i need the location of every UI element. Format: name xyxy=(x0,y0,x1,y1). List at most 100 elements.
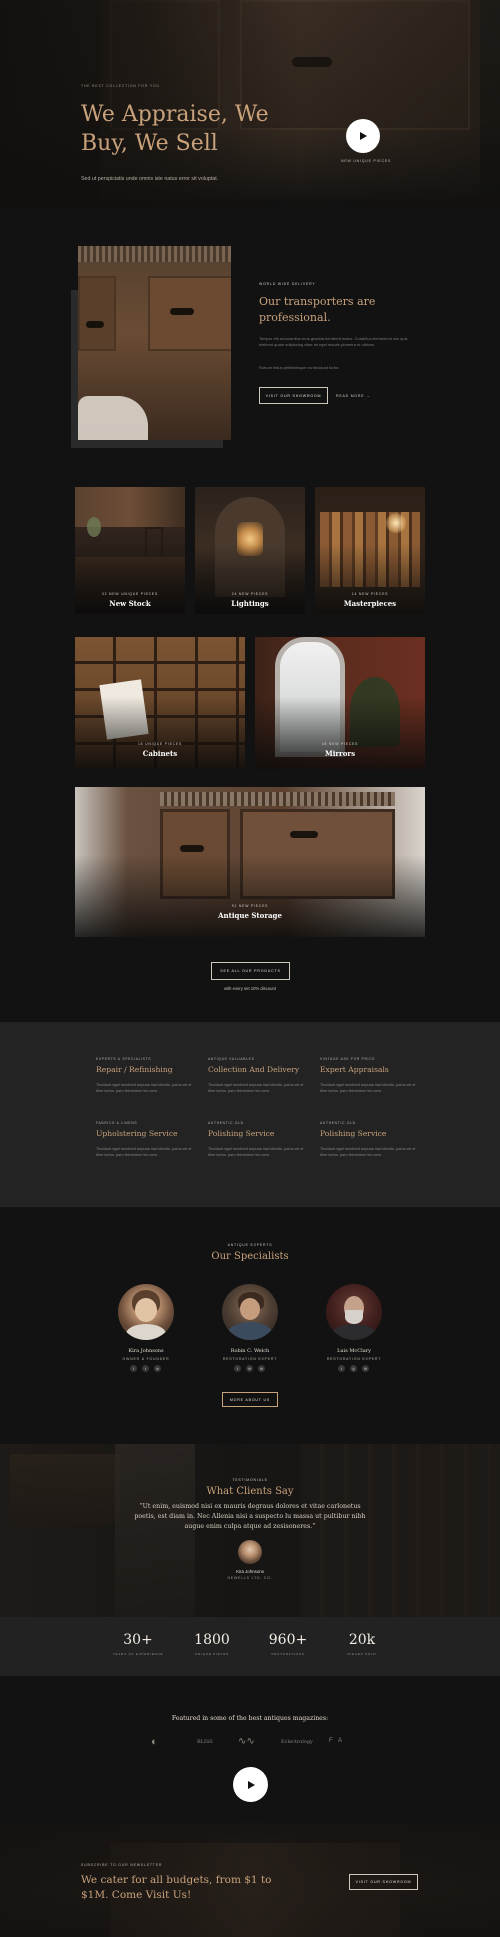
press-logo-1: ◐ xyxy=(151,1736,158,1748)
service-kicker: Vintage ask for price xyxy=(320,1057,376,1061)
category-tile-masterpieces[interactable]: 14 new pieces Masterpieces xyxy=(315,487,425,614)
avatar-kira-johnsons xyxy=(118,1284,174,1340)
service-item: Fabrics & Linens Upholstering Service Ti… xyxy=(96,1121,196,1158)
service-item: Authentic old Polishing Service Tincidun… xyxy=(208,1121,308,1158)
stat-label: Years of experience xyxy=(112,1652,164,1656)
service-desc: Tincidunt eget hendrerit torpuda nisl lo… xyxy=(320,1147,416,1157)
more-about-us-button[interactable]: More about us xyxy=(222,1392,278,1407)
service-item: Vintage ask for price Expert Appraisals … xyxy=(320,1057,420,1094)
about-image-carving xyxy=(78,246,231,262)
about-title-line-2: professional. xyxy=(259,311,331,324)
twitter-icon[interactable]: t xyxy=(142,1365,149,1372)
read-more-link[interactable]: Read more → xyxy=(336,394,370,398)
hero-eyebrow: The best collection for you xyxy=(81,84,160,88)
service-desc: Tincidunt eget hendrerit torpuda nisl lo… xyxy=(96,1083,192,1093)
cta-eyebrow: Subscribe to our newsletter xyxy=(81,1863,163,1867)
video-play-button[interactable] xyxy=(233,1767,268,1802)
facebook-icon[interactable]: f xyxy=(234,1365,241,1372)
avatar-face xyxy=(240,1298,260,1320)
tile-subtitle: 18 unique pieces xyxy=(137,742,183,746)
tile-title: Lightings xyxy=(231,599,269,608)
specialist-role: Restoration Expert xyxy=(222,1357,278,1361)
about-image-handle-left xyxy=(86,321,104,328)
testimonial-quote-line-1: “Ut enim, euismod nisi ex mauris degraus… xyxy=(139,1503,361,1510)
specialist-name: Luis McClary xyxy=(337,1348,371,1354)
service-item: Antique valuables Collection And Deliver… xyxy=(208,1057,308,1094)
hero-title-line-2: Buy, We Sell xyxy=(81,131,218,156)
stats-section: 30+ Years of experience 1800 Unique piec… xyxy=(0,1617,500,1676)
stat-number: 960+ xyxy=(268,1632,308,1648)
hero-play-button[interactable] xyxy=(346,119,380,153)
tile-title: Mirrors xyxy=(324,749,356,758)
testimonial-quote-line-2: poetis, est diam in. Nec Allenia nisi a … xyxy=(134,1513,366,1520)
service-title: Upholstering Service xyxy=(96,1129,178,1138)
service-item: Authentic old Polishing Service Tincidun… xyxy=(320,1121,420,1158)
tile-title: Cabinets xyxy=(142,749,178,758)
testimonial-name: Kira Johnsons xyxy=(236,1569,264,1574)
about-paragraph-1: Tempor elit accusantius eros gravida hen… xyxy=(259,336,408,348)
hero-title: We Appraise, We Buy, We Sell xyxy=(81,100,269,158)
specialists-eyebrow: Antique experts xyxy=(227,1243,273,1247)
mail-icon[interactable]: ✉ xyxy=(258,1365,265,1372)
cta-title: We cater for all budgets, from $1 to $1M… xyxy=(81,1873,271,1903)
avatar-beard xyxy=(345,1310,363,1324)
see-all-products-button[interactable]: See all our products xyxy=(211,962,290,980)
service-desc: Tincidunt eget hendrerit torpuda nisl lo… xyxy=(208,1083,304,1093)
stat-item: 960+ Restorations xyxy=(248,1632,328,1656)
about-image xyxy=(78,246,231,440)
press-logo-4: Eclectrology xyxy=(281,1739,313,1745)
category-tile-new-stock[interactable]: 32 new unique pieces New Stock xyxy=(75,487,185,614)
hero-title-line-1: We Appraise, We xyxy=(81,102,269,127)
tile-subtitle: 32 new unique pieces xyxy=(101,592,159,596)
category-tile-cabinets[interactable]: 18 unique pieces Cabinets xyxy=(75,637,245,769)
testimonial-avatar xyxy=(238,1540,262,1564)
service-title: Collection And Delivery xyxy=(208,1065,300,1074)
stat-item: 20k Pieces sold xyxy=(322,1632,402,1656)
play-icon xyxy=(360,132,367,140)
stat-number: 20k xyxy=(348,1632,376,1648)
products-note: with every set 10% discount xyxy=(224,986,276,991)
stat-label: Pieces sold xyxy=(347,1652,377,1656)
specialist-role: Restoration Expert xyxy=(326,1357,382,1361)
category-tile-antique-storage[interactable]: 91 new pieces Antique Storage xyxy=(75,787,425,937)
cta-visit-showroom-button[interactable]: Visit our showroom xyxy=(349,1874,418,1890)
about-image-handle-right xyxy=(170,308,194,315)
avatar-luis-mcclary xyxy=(326,1284,382,1340)
press-logo-2: BLISS xyxy=(197,1739,213,1745)
service-kicker: Experts & specialists xyxy=(96,1057,152,1061)
stat-item: 30+ Years of experience xyxy=(98,1632,178,1656)
category-tile-mirrors[interactable]: 48 new pieces Mirrors xyxy=(255,637,425,769)
testimonial-section: Testimonials What Clients Say “Ut enim, … xyxy=(0,1444,500,1617)
about-image-foreground xyxy=(78,396,148,440)
mail-icon[interactable]: ✉ xyxy=(362,1365,369,1372)
tile-title: Masterpieces xyxy=(343,599,397,608)
instagram-icon[interactable]: ◎ xyxy=(350,1365,357,1372)
cta-title-line-2: $1M. Come Visit Us! xyxy=(81,1889,192,1901)
avatar-shirt xyxy=(126,1324,166,1340)
tile-subtitle: 48 new pieces xyxy=(321,742,359,746)
twitter-icon[interactable]: t xyxy=(338,1365,345,1372)
tile-title: New Stock xyxy=(109,599,151,608)
category-tile-lightings[interactable]: 24 new pieces Lightings xyxy=(195,487,305,614)
hero-section: The best collection for you We Appraise,… xyxy=(0,0,500,208)
service-desc: Tincidunt eget hendrerit torpuda nisl lo… xyxy=(320,1083,416,1093)
testimonial-quote: “Ut enim, euismod nisi ex mauris degraus… xyxy=(0,1502,500,1532)
avatar-face xyxy=(135,1298,157,1322)
specialist-name: Robin C. Welch xyxy=(230,1348,270,1354)
facebook-icon[interactable]: f xyxy=(130,1365,137,1372)
email-icon[interactable]: ✉ xyxy=(246,1365,253,1372)
service-title: Expert Appraisals xyxy=(320,1065,389,1074)
avatar-shirt xyxy=(228,1322,272,1340)
about-title-line-1: Our transporters are xyxy=(259,295,376,308)
avatar-robin-welch xyxy=(222,1284,278,1340)
about-image-drawer-left xyxy=(78,276,116,351)
service-title: Repair / Refinishing xyxy=(96,1065,173,1074)
stat-number: 1800 xyxy=(194,1632,230,1648)
service-kicker: Authentic old xyxy=(208,1121,244,1125)
visit-showroom-button[interactable]: Visit our showroom xyxy=(259,387,328,404)
cta-title-line-1: We cater for all budgets, from $1 to xyxy=(81,1874,272,1886)
stat-label: Unique pieces xyxy=(195,1652,229,1656)
press-title: Featured in some of the best antiques ma… xyxy=(171,1715,329,1722)
linkedin-icon[interactable]: in xyxy=(154,1365,161,1372)
tile-subtitle: 24 new pieces xyxy=(231,592,269,596)
